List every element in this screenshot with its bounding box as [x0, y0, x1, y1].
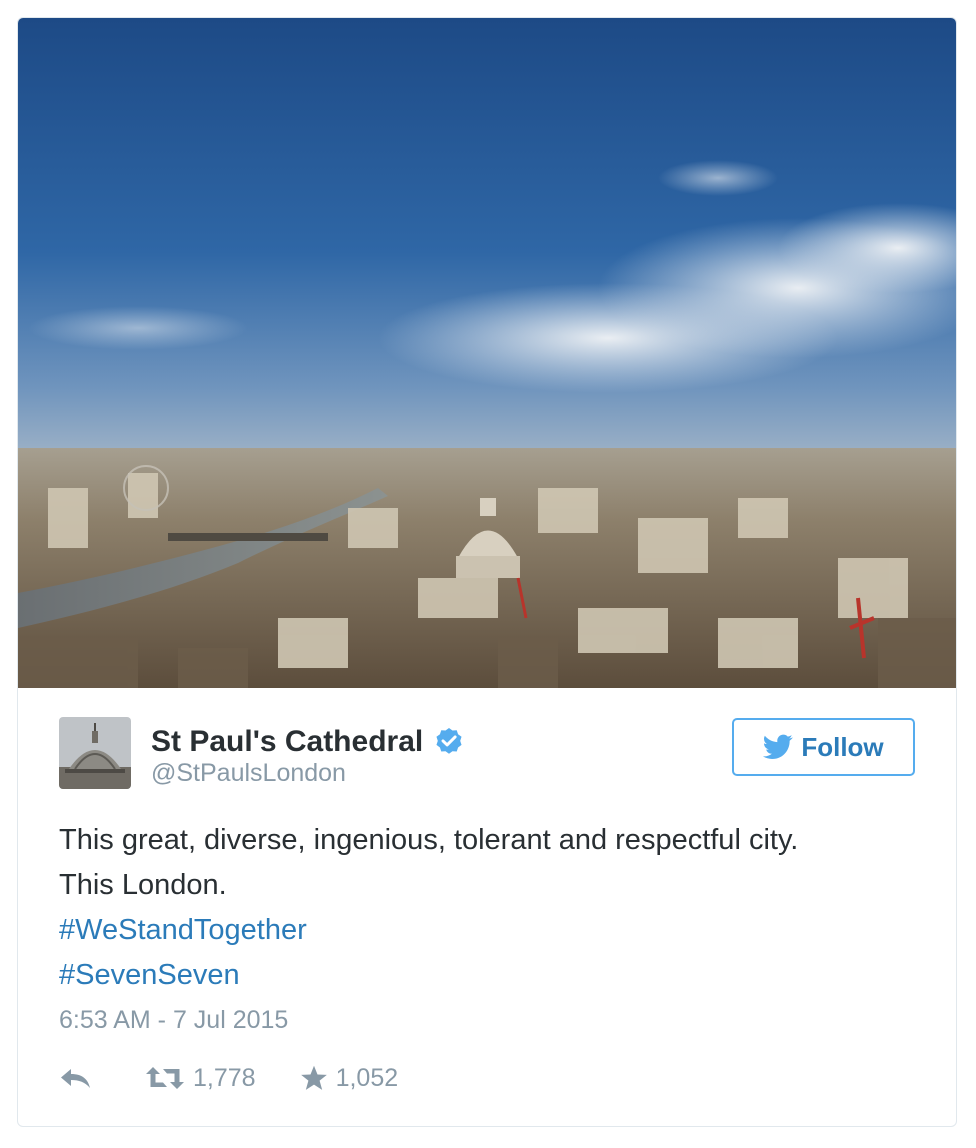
- retweet-count: 1,778: [193, 1063, 256, 1092]
- tweet-text-line: This great, diverse, ingenious, tolerant…: [59, 824, 799, 856]
- author-name[interactable]: St Paul's Cathedral: [151, 725, 423, 759]
- follow-button[interactable]: Follow: [732, 718, 915, 776]
- retweet-button[interactable]: 1,778: [145, 1064, 256, 1093]
- reply-button[interactable]: [59, 1066, 93, 1090]
- star-icon: [300, 1065, 327, 1090]
- hashtag-link[interactable]: #WeStandTogether: [59, 908, 919, 953]
- retweet-icon: [146, 1067, 184, 1089]
- tweet-timestamp[interactable]: 6:53 AM - 7 Jul 2015: [59, 1006, 288, 1035]
- tweet-text: This great, diverse, ingenious, tolerant…: [59, 818, 919, 998]
- twitter-bird-icon: [763, 734, 794, 759]
- reply-icon: [61, 1069, 90, 1088]
- follow-label: Follow: [801, 731, 884, 762]
- london-skyline-photo: [18, 18, 956, 688]
- tweet-text-line: This London.: [59, 869, 227, 901]
- author-handle[interactable]: @StPaulsLondon: [151, 759, 346, 788]
- favorite-count: 1,052: [335, 1063, 399, 1092]
- favorite-button[interactable]: 1,052: [300, 1063, 399, 1093]
- hashtag-link[interactable]: #SevenSeven: [59, 953, 919, 998]
- author-name-row[interactable]: St Paul's Cathedral: [151, 722, 465, 762]
- embedded-tweet-card: St Paul's Cathedral @StPaulsLondon Follo…: [17, 17, 957, 1127]
- dome-avatar-icon: [59, 717, 131, 789]
- verified-badge-icon: [436, 728, 462, 754]
- tweet-photo[interactable]: [18, 18, 956, 688]
- tweet-actions: 1,778 1,052: [59, 1058, 398, 1098]
- avatar[interactable]: [59, 717, 131, 789]
